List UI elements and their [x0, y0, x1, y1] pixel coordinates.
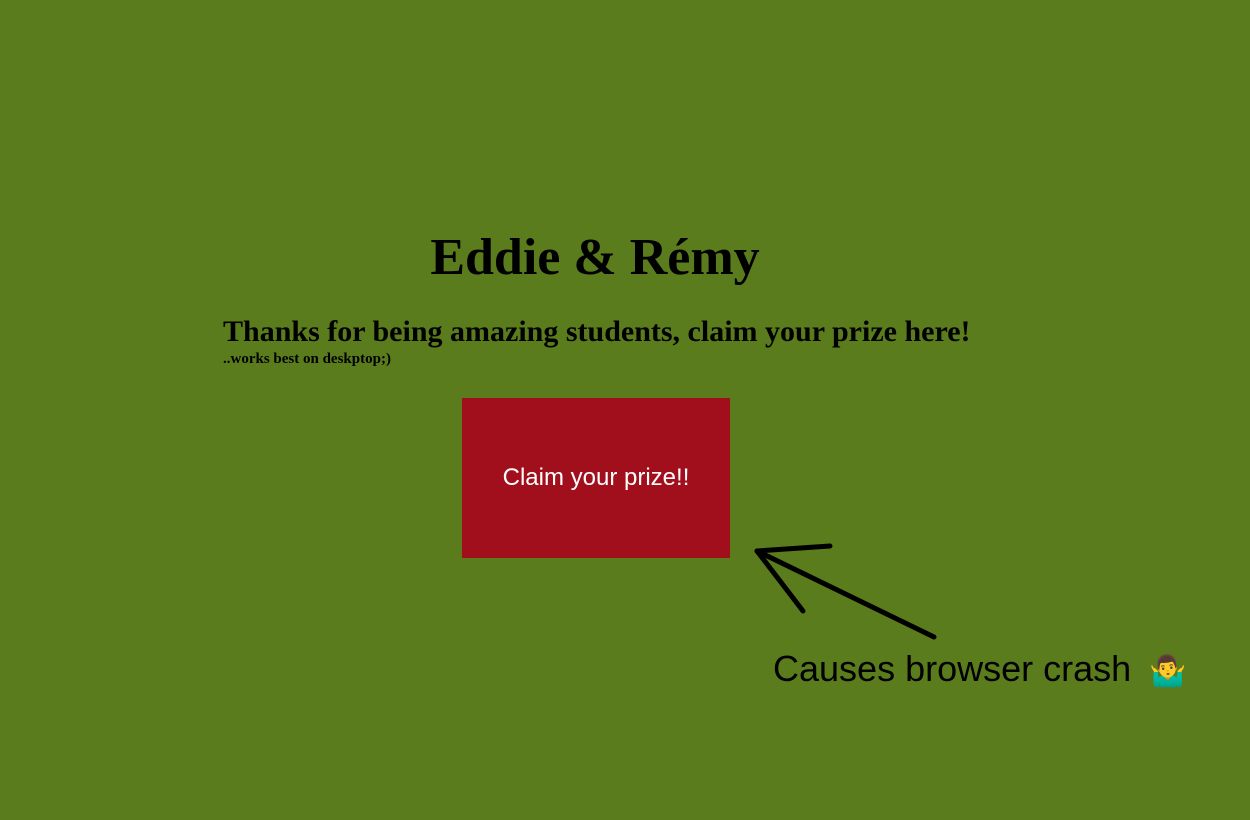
arrow-head-lower — [754, 548, 806, 614]
arrow-shaft — [754, 548, 937, 640]
annotation-label: Causes browser crash — [773, 648, 1132, 689]
page-title: Eddie & Rémy — [430, 229, 760, 286]
shrug-emoji-icon: 🤷‍♂️ — [1149, 655, 1187, 688]
desktop-hint: ..works best on deskptop;) — [223, 351, 391, 367]
claim-prize-button[interactable]: Claim your prize!! — [462, 398, 730, 558]
subtitle: Thanks for being amazing students, claim… — [223, 315, 971, 348]
arrow-head-upper — [754, 543, 833, 554]
annotation-text: Causes browser crash 🤷‍♂️ — [773, 646, 1187, 695]
